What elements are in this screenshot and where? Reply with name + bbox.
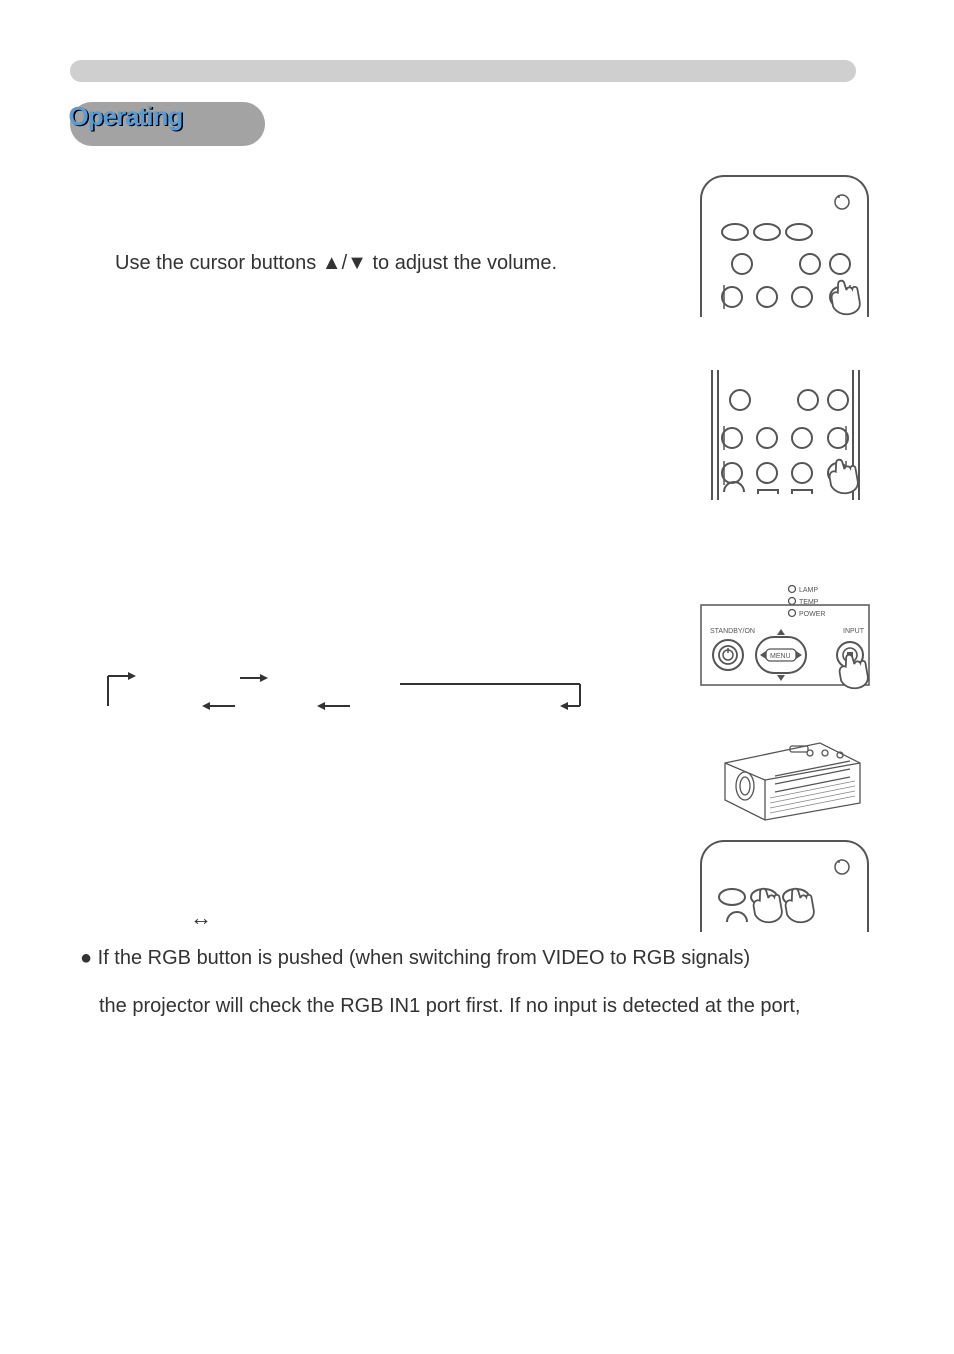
volume-instruction: Use the cursor buttons ▲/▼ to adjust the… — [115, 250, 645, 277]
control-panel-illustration: LAMP TEMP POWER STANDBY/ON INPUT MENU — [700, 575, 870, 715]
panel-menu-label: MENU — [770, 653, 791, 660]
remote-illustration-1 — [700, 175, 869, 317]
projector-illustration — [710, 728, 870, 828]
remote-illustration-2 — [700, 370, 865, 500]
panel-temp-label: TEMP — [799, 599, 819, 606]
panel-power-label: POWER — [799, 611, 825, 618]
section-pill: Operating Operating — [70, 102, 265, 146]
remote-1-svg — [702, 177, 867, 317]
bidir-arrow-icon: ↔ — [190, 905, 212, 931]
remote-3-svg — [702, 842, 867, 932]
section-title: Operating — [69, 101, 183, 132]
panel-lamp-label: LAMP — [799, 587, 818, 594]
flow-diagram — [100, 670, 590, 740]
rgb-bullet-line1: ● If the RGB button is pushed (when swit… — [80, 945, 790, 972]
remote-illustration-3 — [700, 840, 869, 932]
panel-standby-label: STANDBY/ON — [710, 628, 755, 635]
remote-2-svg — [700, 370, 865, 500]
header-bar — [70, 60, 856, 82]
panel-input-label: INPUT — [843, 628, 865, 635]
rgb-bullet-line2: the projector will check the RGB IN1 por… — [99, 993, 869, 1020]
